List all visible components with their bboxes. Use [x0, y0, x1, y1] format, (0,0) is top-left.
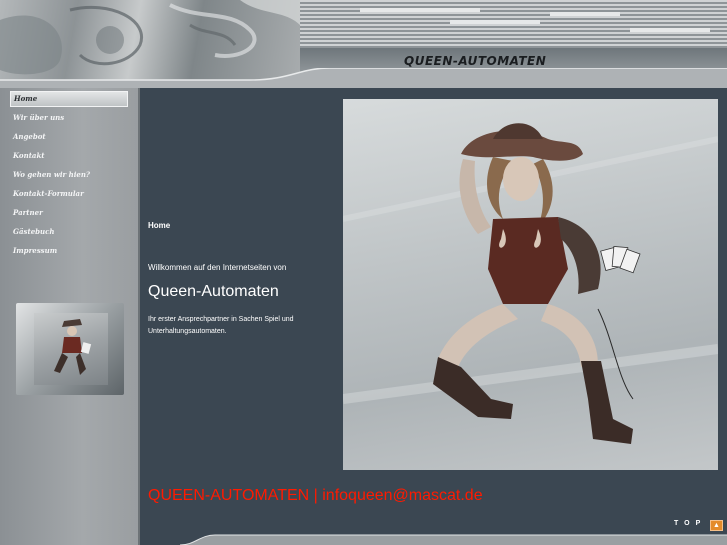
footer-curve: [140, 534, 727, 545]
sidebar: Home Wir über uns Angebot Kontakt Wo geh…: [0, 88, 140, 545]
sidebar-item-wir-ueber-uns[interactable]: Wir über uns: [10, 110, 128, 126]
sidebar-item-gaestebuch[interactable]: Gästebuch: [10, 224, 128, 240]
sidebar-item-impressum[interactable]: Impressum: [10, 243, 128, 259]
main-content: Home Willkommen auf den Internetseiten v…: [140, 88, 727, 545]
hero-image: [343, 99, 718, 470]
company-description: Ihr erster Ansprechpartner in Sachen Spi…: [148, 316, 294, 335]
contact-email-line[interactable]: QUEEN-AUTOMATEN | infoqueen@mascat.de: [148, 487, 483, 505]
sidebar-item-home[interactable]: Home: [10, 91, 128, 107]
welcome-text: Willkommen auf den Internetseiten von: [148, 263, 287, 272]
sidebar-item-kontakt[interactable]: Kontakt: [10, 148, 128, 164]
site-header: QUEEN-AUTOMATEN: [0, 0, 727, 88]
page-title: Home: [148, 221, 171, 230]
header-stripes: [300, 0, 727, 48]
up-arrow-icon[interactable]: ▲: [710, 520, 723, 531]
sidebar-item-angebot[interactable]: Angebot: [10, 129, 128, 145]
sidebar-item-kontakt-formular[interactable]: Kontakt-Formular: [10, 186, 128, 202]
sidebar-item-partner[interactable]: Partner: [10, 205, 128, 221]
header-curve: [0, 68, 727, 88]
company-name: Queen-Automaten: [148, 283, 279, 300]
cowgirl-thumbnail: [34, 313, 108, 385]
site-title: QUEEN-AUTOMATEN: [404, 54, 547, 68]
sidebar-nav: Home Wir über uns Angebot Kontakt Wo geh…: [10, 91, 128, 262]
sidebar-thumbnail-frame: [16, 303, 124, 395]
back-to-top-link[interactable]: TOP: [674, 520, 706, 527]
sidebar-item-wo-gehen-wir-hien[interactable]: Wo gehen wir hien?: [10, 167, 128, 183]
